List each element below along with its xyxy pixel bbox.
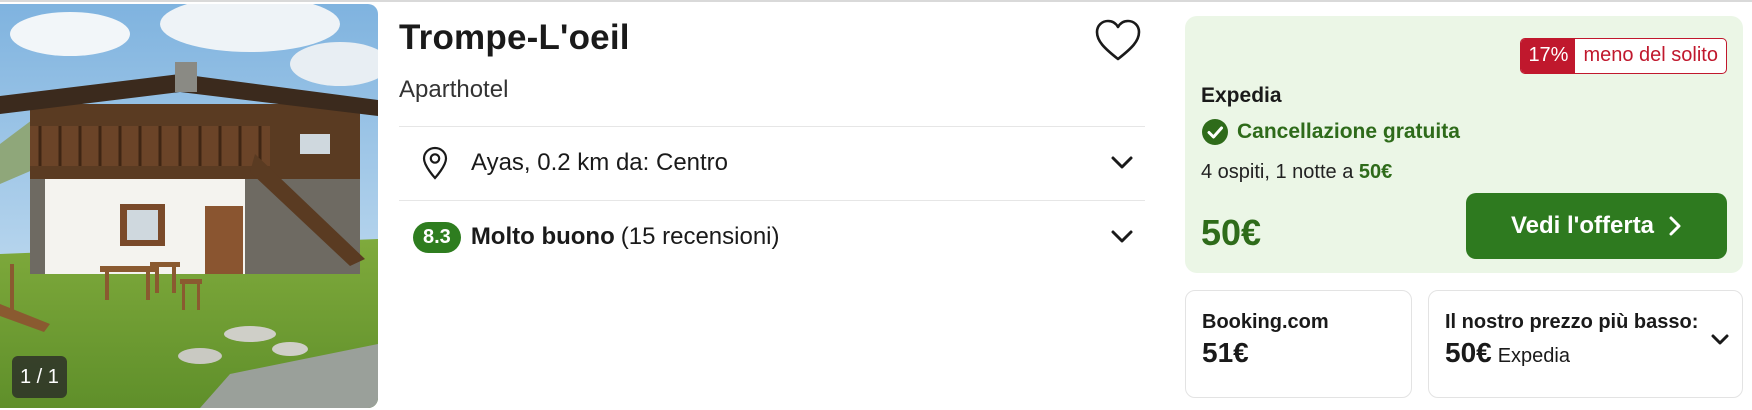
lowest-price-card[interactable]: Il nostro prezzo più basso: 50€ Expedia <box>1428 290 1743 398</box>
deal-text: meno del solito <box>1583 44 1718 66</box>
lowest-price-value: 50€ Expedia <box>1445 337 1570 369</box>
free-cancellation: Cancellazione gratuita <box>1201 118 1460 146</box>
rating-label: Molto buono <box>470 223 615 250</box>
rating-score-badge: 8.3 <box>413 221 461 253</box>
review-count: (15 recensioni) <box>620 223 780 250</box>
chevron-down-icon[interactable] <box>1109 225 1135 249</box>
hotel-title[interactable]: Trompe-L'oeil <box>399 18 630 58</box>
heart-outline-icon[interactable] <box>1094 18 1142 64</box>
chevron-right-icon <box>1669 216 1681 236</box>
map-pin-icon <box>422 146 448 180</box>
best-offer-panel[interactable]: 17% meno del solito Expedia Cancellazion… <box>1185 16 1743 273</box>
lowest-price-amount: 50€ <box>1445 337 1492 368</box>
view-offer-label: Vedi l'offerta <box>1510 212 1655 239</box>
offer-provider: Expedia <box>1201 84 1282 107</box>
guests-text: 4 ospiti, 1 notte a <box>1201 161 1359 183</box>
chevron-down-icon[interactable] <box>1710 331 1730 349</box>
hotel-photo-image <box>0 4 378 408</box>
location-text: Ayas, 0.2 km da: Centro <box>471 149 729 176</box>
hotel-photo[interactable]: 1 / 1 <box>0 4 378 408</box>
lowest-price-provider: Expedia <box>1497 345 1570 367</box>
chevron-down-icon[interactable] <box>1109 151 1135 175</box>
lowest-price-label: Il nostro prezzo più basso: <box>1445 311 1699 333</box>
alt-offer-card[interactable]: Booking.com 51€ <box>1185 290 1412 398</box>
rating-row[interactable]: 8.3 Molto buono (15 recensioni) <box>399 201 1145 273</box>
view-offer-button[interactable]: Vedi l'offerta <box>1466 193 1727 259</box>
listing-info: Trompe-L'oeil Aparthotel Ayas, 0.2 km da… <box>399 0 1145 410</box>
check-circle-icon <box>1202 119 1228 145</box>
property-type: Aparthotel <box>399 76 509 103</box>
guests-price: 50€ <box>1358 161 1393 183</box>
offer-price: 50€ <box>1201 212 1262 253</box>
alt-offer-provider: Booking.com <box>1202 311 1329 333</box>
location-row[interactable]: Ayas, 0.2 km da: Centro <box>399 127 1145 199</box>
deal-badge: 17% meno del solito <box>1520 38 1727 74</box>
photo-counter: 1 / 1 <box>12 356 67 398</box>
cancellation-text: Cancellazione gratuita <box>1237 120 1460 143</box>
deal-percent: 17% <box>1521 39 1576 73</box>
alt-offer-price: 51€ <box>1202 337 1249 368</box>
guests-info: 4 ospiti, 1 notte a 50€ <box>1201 161 1392 184</box>
